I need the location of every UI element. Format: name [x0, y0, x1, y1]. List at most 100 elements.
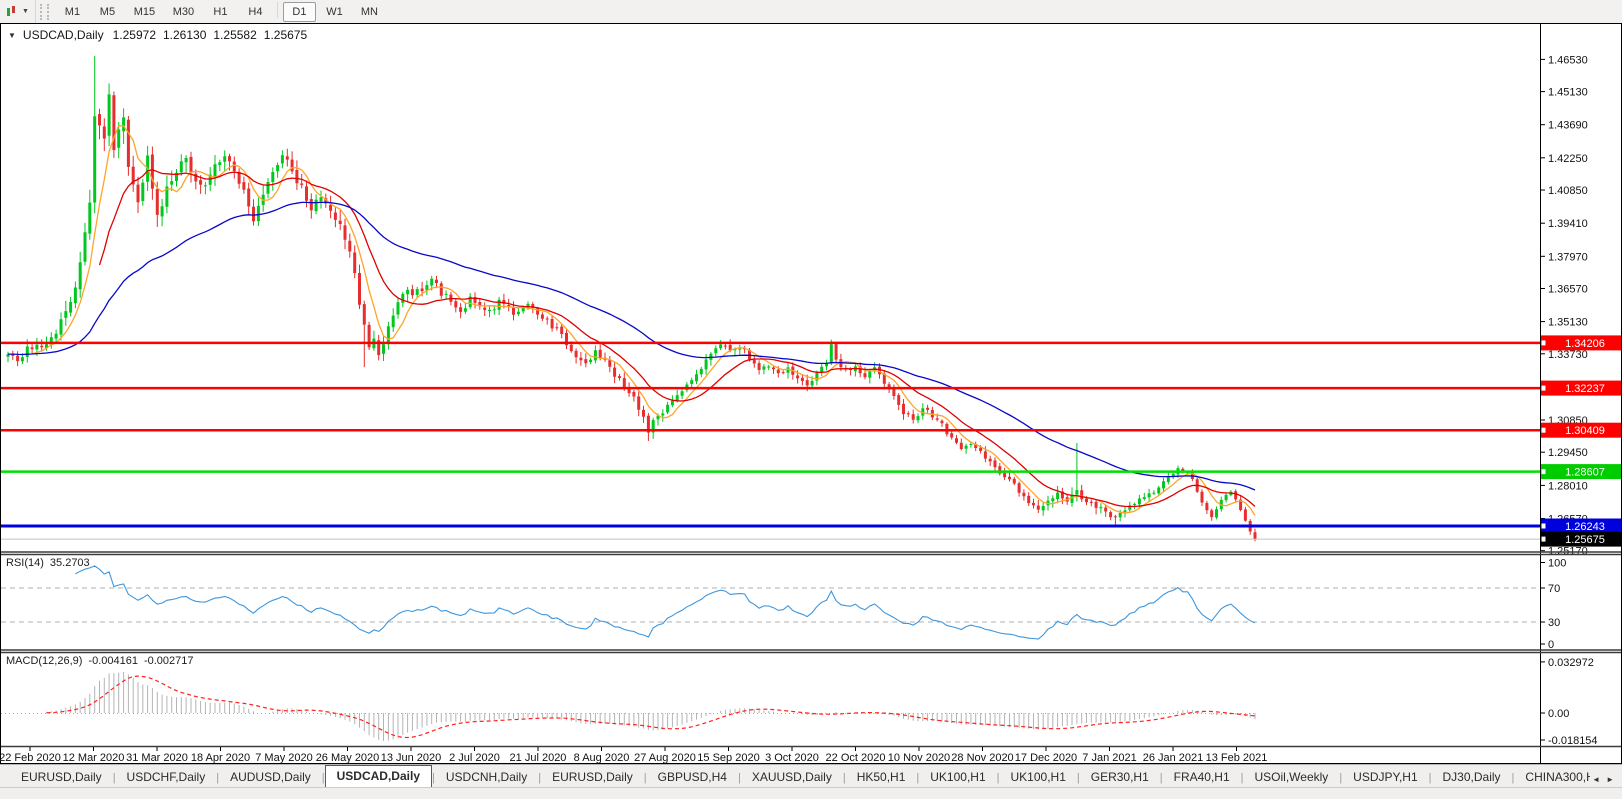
date-tick-label: 17 Dec 2020 — [1015, 752, 1077, 764]
tab-gbpusd-h4[interactable]: GBPUSD,H4 — [647, 768, 738, 788]
toolbar-grip-handle[interactable] — [39, 3, 49, 20]
chart-title: ▼ USDCAD,Daily 1.25972 1.26130 1.25582 1… — [8, 28, 307, 42]
price-tick-label: 1.39410 — [1548, 218, 1588, 230]
date-tick-label: 15 Sep 2020 — [697, 752, 759, 764]
price-badge-1.28607: 1.28607 — [1541, 464, 1621, 480]
toolbar-separator — [276, 1, 278, 18]
tab-xauusd-daily[interactable]: XAUUSD,Daily — [741, 768, 843, 788]
macd-main-value: -0.004161 — [88, 655, 138, 667]
rsi-name: RSI(14) — [6, 557, 44, 569]
tab-usdcnh-daily[interactable]: USDCNH,Daily — [435, 768, 538, 788]
rsi-value: 35.2703 — [49, 557, 90, 569]
macd-indicator-label: MACD(12,26,9) -0.004161 -0.002717 — [6, 655, 194, 667]
date-tick-label: 28 Nov 2020 — [951, 752, 1013, 764]
svg-text:1.25675: 1.25675 — [1565, 534, 1605, 546]
date-tick-label: 7 May 2020 — [255, 752, 312, 764]
macd-signal-value: -0.002717 — [143, 655, 194, 667]
price-badge-1.26243: 1.26243 — [1541, 518, 1621, 534]
rsi-indicator-label: RSI(14) 35.2703 — [6, 557, 90, 569]
symbol-dropdown-icon[interactable]: ▼ — [8, 31, 16, 40]
macd-axis-label: 0.032972 — [1548, 657, 1594, 669]
price-tick-label: 1.36570 — [1548, 284, 1588, 296]
tab-china300-h1[interactable]: CHINA300,H1 — [1514, 768, 1590, 788]
timeframe-button-h4[interactable]: H4 — [239, 2, 272, 22]
price-tick-label: 1.46530 — [1548, 54, 1588, 66]
date-tick-label: 21 Jul 2020 — [510, 752, 567, 764]
svg-text:1.34206: 1.34206 — [1565, 338, 1605, 350]
timeframe-button-m15[interactable]: M15 — [126, 2, 163, 22]
price-tick-label: 1.29450 — [1548, 447, 1588, 459]
symbol-tabs: EURUSD,Daily | USDCHF,Daily | AUDUSD,Daily | U… — [0, 765, 1590, 788]
price-tick-label: 1.28010 — [1548, 480, 1588, 492]
date-tick-label: 10 Nov 2020 — [888, 752, 950, 764]
tab-scroll-left-icon[interactable]: ◄ — [1592, 775, 1600, 784]
price-tick-label: 1.37970 — [1548, 251, 1588, 263]
tab-usdjpy-h1[interactable]: USDJPY,H1 — [1342, 768, 1428, 788]
price-tick-label: 1.43690 — [1548, 120, 1588, 132]
svg-text:1.30409: 1.30409 — [1565, 425, 1605, 437]
date-tick-label: 7 Jan 2021 — [1082, 752, 1136, 764]
chart-symbol: USDCAD,Daily — [22, 28, 104, 42]
timeframe-button-h1[interactable]: H1 — [204, 2, 237, 22]
date-tick-label: 13 Feb 2021 — [1206, 752, 1268, 764]
date-tick-label: 18 Apr 2020 — [191, 752, 250, 764]
tab-eurusd-daily[interactable]: EURUSD,Daily — [541, 768, 644, 788]
price-badge-1.30409: 1.30409 — [1541, 422, 1621, 438]
tab-uk100-h1[interactable]: UK100,H1 — [1000, 768, 1077, 788]
tab-scroll-right-icon[interactable]: ► — [1606, 775, 1614, 784]
timeframe-button-m30[interactable]: M30 — [165, 2, 202, 22]
price-badge-1.34206: 1.34206 — [1541, 335, 1621, 351]
date-tick-label: 22 Feb 2020 — [0, 752, 61, 764]
ohlc-open: 1.25972 — [112, 28, 156, 42]
date-tick-label: 26 May 2020 — [316, 752, 380, 764]
chart-window[interactable]: 1.46530 1.45130 1.43690 1.42250 1.40850 1.394… — [0, 23, 1622, 764]
price-tick-label: 1.42250 — [1548, 153, 1588, 165]
tab-usoil-weekly[interactable]: USOil,Weekly — [1244, 768, 1340, 788]
timeframe-button-m5[interactable]: M5 — [91, 2, 124, 22]
date-tick-label: 27 Aug 2020 — [634, 752, 696, 764]
tab-usdchf-daily[interactable]: USDCHF,Daily — [116, 768, 217, 788]
ohlc-close: 1.25675 — [263, 28, 308, 42]
tab-fra40-h1[interactable]: FRA40,H1 — [1163, 768, 1241, 788]
rsi-axis-label: 0 — [1548, 639, 1554, 651]
ohlc-low: 1.25582 — [213, 28, 257, 42]
symbol-tab-bar: EURUSD,Daily | USDCHF,Daily | AUDUSD,Daily | U… — [0, 764, 1622, 788]
price-badge-1.25675: 1.25675 — [1541, 531, 1621, 547]
date-tick-label: 26 Jan 2021 — [1143, 752, 1204, 764]
top-toolbar: ▼ M1 M5 M15 M30 H1 H4 D1 W1 MN — [0, 0, 1622, 24]
tab-eurusd-daily[interactable]: EURUSD,Daily — [10, 768, 113, 788]
tab-hk50-h1[interactable]: HK50,H1 — [846, 768, 917, 788]
timeframe-button-w1[interactable]: W1 — [318, 2, 351, 22]
svg-text:1.32237: 1.32237 — [1565, 383, 1605, 395]
macd-axis-label: 0.00 — [1548, 708, 1569, 720]
timeframe-button-mn[interactable]: MN — [353, 2, 386, 22]
timeframe-button-m1[interactable]: M1 — [56, 2, 89, 22]
price-tick-label: 1.45130 — [1548, 87, 1588, 99]
rsi-axis-label: 100 — [1548, 558, 1566, 570]
date-tick-label: 22 Oct 2020 — [826, 752, 886, 764]
price-tick-label: 1.35130 — [1548, 317, 1588, 329]
date-tick-label: 3 Oct 2020 — [765, 752, 819, 764]
rsi-axis-label: 30 — [1548, 617, 1560, 629]
rsi-axis-label: 70 — [1548, 583, 1560, 595]
macd-name: MACD(12,26,9) — [6, 655, 83, 667]
tab-audusd-daily[interactable]: AUDUSD,Daily — [219, 768, 322, 788]
date-tick-label: 12 Mar 2020 — [63, 752, 125, 764]
date-tick-label: 13 Jun 2020 — [381, 752, 442, 764]
tab-uk100-h1[interactable]: UK100,H1 — [919, 768, 996, 788]
date-tick-label: 31 Mar 2020 — [126, 752, 188, 764]
tab-dj30-daily[interactable]: DJ30,Daily — [1432, 768, 1512, 788]
macd-axis-label: -0.018154 — [1548, 735, 1598, 747]
timeframe-button-d1[interactable]: D1 — [282, 1, 316, 22]
candlestick-chart-icon — [6, 5, 18, 18]
ohlc-high: 1.26130 — [163, 28, 207, 42]
price-chart-canvas[interactable]: 1.46530 1.45130 1.43690 1.42250 1.40850 1.394… — [0, 23, 1622, 798]
chevron-down-icon: ▼ — [22, 8, 29, 15]
price-badge-1.32237: 1.32237 — [1541, 380, 1621, 396]
tab-usdcad-daily[interactable]: USDCAD,Daily — [324, 765, 432, 788]
svg-text:1.28607: 1.28607 — [1565, 467, 1605, 479]
timeframe-button-group: M1 M5 M15 M30 H1 H4 D1 W1 MN — [55, 1, 387, 22]
chart-type-selector[interactable]: ▼ — [0, 0, 36, 23]
tab-ger30-h1[interactable]: GER30,H1 — [1080, 768, 1160, 788]
date-tick-label: 2 Jul 2020 — [449, 752, 500, 764]
